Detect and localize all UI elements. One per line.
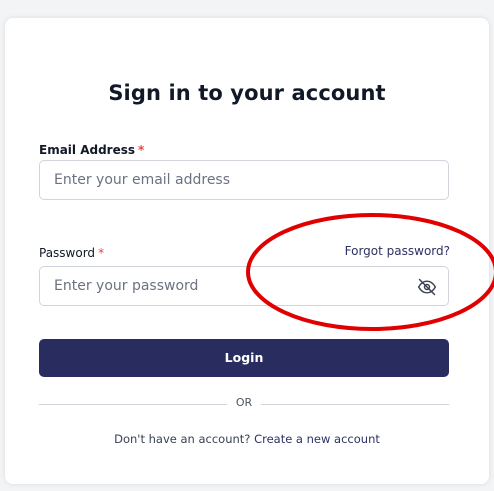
create-account-link[interactable]: Create a new account [254, 432, 380, 446]
divider-line-right [261, 404, 449, 405]
signup-prompt-text: Don't have an account? [114, 432, 251, 446]
password-required-marker: * [98, 246, 105, 260]
password-field[interactable] [40, 267, 448, 305]
password-label-text: Password [39, 246, 96, 260]
email-field[interactable] [40, 161, 448, 199]
eye-off-icon[interactable] [417, 277, 437, 297]
email-label-text: Email Address [39, 143, 136, 157]
divider-text: OR [235, 396, 253, 409]
page-title: Sign in to your account [108, 81, 386, 105]
password-field-container [39, 266, 449, 306]
signin-card: Sign in to your account Email Address* P… [5, 18, 489, 484]
email-field-container [39, 160, 449, 200]
email-label: Email Address * [39, 143, 144, 157]
forgot-password-link[interactable]: Forgot password? [345, 244, 450, 258]
email-required-marker: * [138, 143, 145, 157]
or-divider: OR [39, 396, 449, 412]
login-button[interactable]: Login [39, 339, 449, 377]
signup-prompt: Don't have an account? Create a new acco… [5, 432, 489, 446]
password-label: Password * [39, 246, 104, 260]
